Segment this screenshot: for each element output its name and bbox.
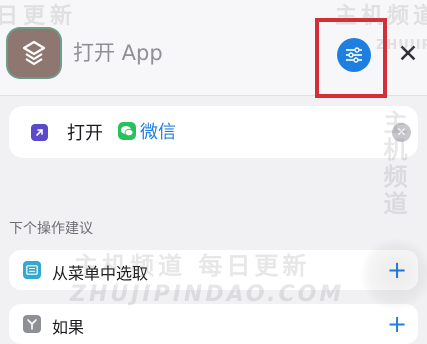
menu-icon — [23, 261, 41, 279]
watermark-text: ZHUJIPINDAO.COM — [70, 282, 345, 307]
suggestion-label: 如果 — [52, 318, 85, 337]
watermark-text: 日更新 — [0, 4, 78, 29]
watermark-text: 主机频道 每日更新 — [74, 252, 311, 280]
add-button[interactable]: + — [384, 309, 410, 339]
watermark-text: ZHUJIPINDAO — [376, 38, 427, 53]
open-arrow-icon — [31, 124, 48, 141]
touch-indicator — [360, 238, 427, 310]
open-app-action[interactable]: 打开 微信 ✕ — [9, 106, 418, 158]
suggestions-heading: 下个操作建议 — [9, 221, 93, 237]
shortcut-title[interactable]: 打开 App — [73, 37, 163, 67]
sliders-icon — [346, 47, 362, 63]
branch-icon — [23, 315, 41, 333]
action-verb-label: 打开 — [67, 123, 103, 144]
watermark-text: 主机频道 — [335, 4, 427, 29]
watermark-text: 主机频道 — [379, 110, 407, 218]
suggestion-if[interactable]: 如果 + — [9, 304, 418, 344]
shortcut-layers-icon[interactable] — [8, 29, 60, 77]
settings-button[interactable] — [337, 38, 371, 72]
wechat-icon — [118, 122, 136, 140]
layers-icon — [22, 40, 46, 66]
app-name-label: 微信 — [140, 122, 176, 143]
app-parameter[interactable]: 微信 — [118, 116, 176, 146]
